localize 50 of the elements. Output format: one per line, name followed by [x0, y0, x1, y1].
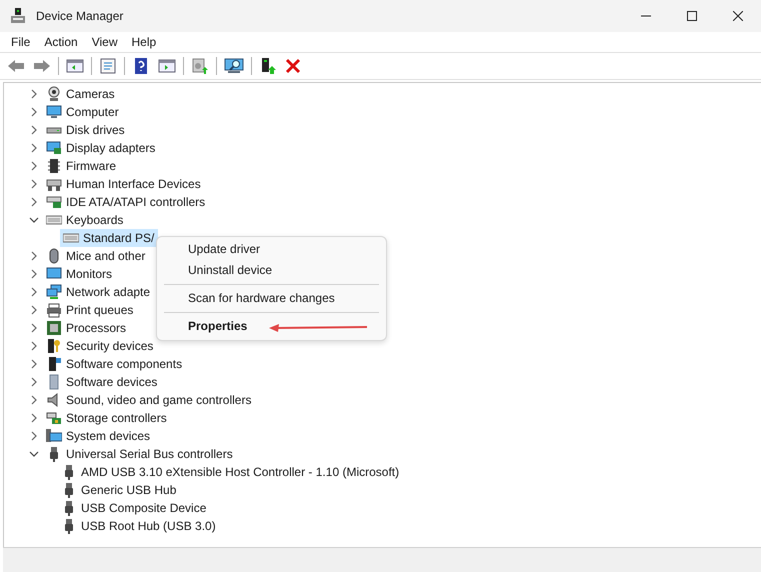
- device-category-icon: [46, 410, 62, 426]
- device-category-icon: [46, 356, 62, 372]
- device-category-icon: [46, 104, 62, 120]
- menu-item[interactable]: File: [4, 35, 38, 49]
- tree-item[interactable]: Monitors: [66, 267, 112, 281]
- tree-item[interactable]: System devices: [66, 429, 150, 443]
- tree-item[interactable]: AMD USB 3.10 eXtensible Host Controller - 1.10 (Microsoft): [81, 465, 400, 479]
- tree-item[interactable]: Display adapters: [66, 141, 156, 155]
- tree-item[interactable]: Mice and other: [66, 249, 146, 263]
- device-category-icon: [46, 158, 62, 174]
- tree-item[interactable]: Disk drives: [66, 123, 125, 137]
- tree-item[interactable]: Human Interface Devices: [66, 177, 201, 191]
- tree-item[interactable]: Security devices: [66, 339, 154, 353]
- menu-item[interactable]: Properties: [157, 316, 386, 337]
- device-manager-icon: [10, 8, 26, 24]
- selected-tree-item[interactable]: Standard PS/: [60, 229, 158, 247]
- window-title: Device Manager: [36, 9, 124, 23]
- tree-item[interactable]: Software devices: [66, 375, 158, 389]
- device-category-icon: [46, 284, 62, 300]
- tree-item[interactable]: Network adapte: [66, 285, 150, 299]
- close-icon: [733, 11, 743, 21]
- tree-item[interactable]: Universal Serial Bus controllers: [66, 447, 233, 461]
- menu-item[interactable]: Action: [37, 35, 85, 49]
- device-category-icon: [46, 194, 62, 210]
- tree-item[interactable]: Cameras: [66, 87, 115, 101]
- tree-item[interactable]: IDE ATA/ATAPI controllers: [66, 195, 206, 209]
- menu-item[interactable]: View: [84, 35, 124, 49]
- menu-item[interactable]: Uninstall device: [157, 260, 386, 281]
- maximize-icon: [687, 11, 697, 21]
- device-category-icon: [46, 140, 62, 156]
- tree-item[interactable]: Software components: [66, 357, 182, 371]
- tree-item[interactable]: Generic USB Hub: [81, 483, 176, 497]
- tree-item[interactable]: Keyboards: [66, 213, 124, 227]
- menu-item[interactable]: Help: [124, 35, 164, 49]
- tree-item[interactable]: Firmware: [66, 159, 116, 173]
- tree-item[interactable]: Storage controllers: [66, 411, 167, 425]
- device-category-icon: [46, 320, 62, 336]
- device-category-icon: [46, 302, 62, 318]
- tree-item[interactable]: Sound, video and game controllers: [66, 393, 252, 407]
- device-category-icon: [46, 86, 62, 102]
- tree-item[interactable]: Print queues: [66, 303, 134, 317]
- device-category-icon: [46, 428, 62, 444]
- device-category-icon: [46, 338, 62, 354]
- tree-item-label: Standard PS/: [83, 231, 154, 245]
- tree-item[interactable]: USB Composite Device: [81, 501, 206, 515]
- tree-item[interactable]: USB Root Hub (USB 3.0): [81, 519, 216, 533]
- tree-item[interactable]: Computer: [66, 105, 119, 119]
- menu-item[interactable]: Scan for hardware changes: [157, 288, 386, 309]
- menu-item[interactable]: Update driver: [157, 239, 386, 260]
- tree-item[interactable]: Processors: [66, 321, 126, 335]
